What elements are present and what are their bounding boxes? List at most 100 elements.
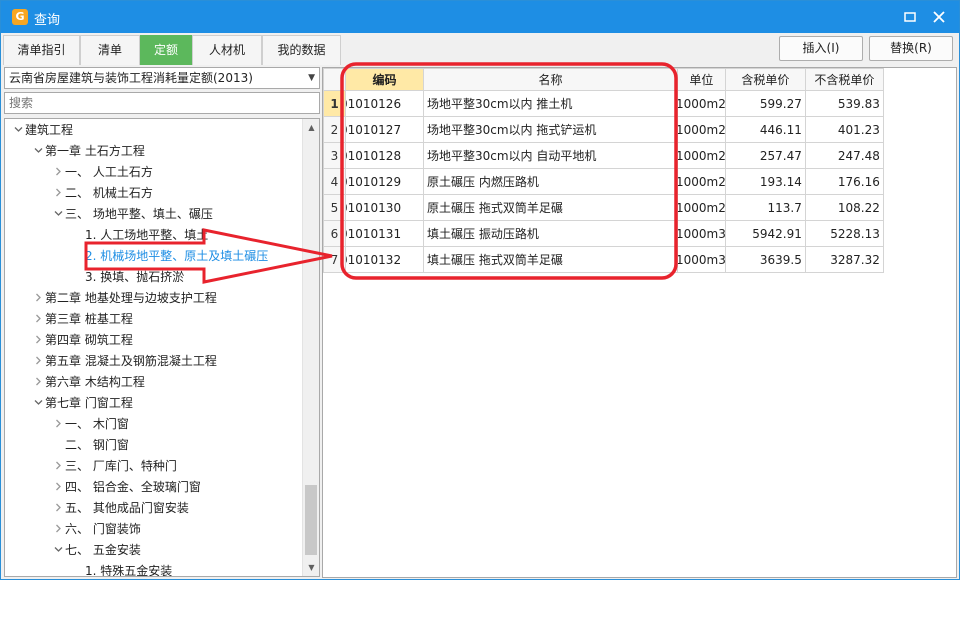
chevron-right-icon[interactable] (51, 185, 65, 205)
column-header-code[interactable]: 编码 (345, 68, 424, 91)
tree-node[interactable]: 三、 场地平整、填土、碾压 (51, 204, 213, 224)
chevron-right-icon[interactable] (51, 479, 65, 499)
column-header-notax-price[interactable]: 不含税单价 (804, 68, 884, 91)
insert-button[interactable]: 插入(I) (779, 36, 863, 61)
unit-cell[interactable]: 1000m3 (677, 220, 726, 247)
chevron-down-icon[interactable] (31, 395, 45, 415)
chevron-down-icon[interactable] (11, 122, 25, 142)
replace-button[interactable]: 替换(R) (869, 36, 953, 61)
code-cell[interactable]: 01010126 (345, 90, 424, 117)
tree-node[interactable]: 第三章 桩基工程 (31, 309, 133, 329)
row-number[interactable]: 1 (323, 90, 346, 117)
tree-scrollbar[interactable]: ▲ ▼ (302, 119, 319, 576)
tree-node[interactable]: 五、 其他成品门窗安装 (51, 498, 189, 518)
row-number[interactable]: 6 (323, 220, 346, 247)
chevron-right-icon[interactable] (51, 416, 65, 436)
scroll-up-icon[interactable]: ▲ (303, 119, 319, 136)
notax-price-cell[interactable]: 5228.13 (804, 220, 884, 247)
code-cell[interactable]: 01010131 (345, 220, 424, 247)
tree-node[interactable]: 第四章 砌筑工程 (31, 330, 133, 350)
unit-cell[interactable]: 1000m2 (677, 194, 726, 221)
tax-price-cell[interactable]: 3639.5 (724, 246, 806, 273)
unit-cell[interactable]: 1000m3 (677, 246, 726, 273)
tree-node[interactable]: 一、 木门窗 (51, 414, 129, 434)
column-header-name[interactable]: 名称 (423, 68, 678, 91)
tab-labor-material-machine[interactable]: 人材机 (192, 35, 262, 65)
name-cell[interactable]: 原土碾压 内燃压路机 (423, 168, 678, 195)
tree-node[interactable]: 第七章 门窗工程 (31, 393, 133, 413)
tax-price-cell[interactable]: 446.11 (724, 116, 806, 143)
tree-node[interactable]: 三、 厂库门、特种门 (51, 456, 177, 476)
notax-price-cell[interactable]: 176.16 (804, 168, 884, 195)
chevron-right-icon[interactable] (51, 500, 65, 520)
table-row[interactable]: 1 01010126 场地平整30cm以内 推土机 1000m2 599.27 539.8… (323, 90, 884, 117)
tree-node[interactable]: 建筑工程 (11, 120, 73, 140)
unit-cell[interactable]: 1000m2 (677, 90, 726, 117)
name-cell[interactable]: 场地平整30cm以内 推土机 (423, 90, 678, 117)
notax-price-cell[interactable]: 539.83 (804, 90, 884, 117)
name-cell[interactable]: 场地平整30cm以内 自动平地机 (423, 142, 678, 169)
notax-price-cell[interactable]: 108.22 (804, 194, 884, 221)
tree-node[interactable]: 第二章 地基处理与边坡支护工程 (31, 288, 217, 308)
maximize-icon[interactable] (900, 7, 920, 27)
chevron-right-icon[interactable] (31, 353, 45, 373)
tree-node[interactable]: 二、 钢门窗 (51, 435, 129, 455)
tab-bill-guide[interactable]: 清单指引 (3, 35, 80, 65)
column-header-unit[interactable]: 单位 (677, 68, 726, 91)
name-cell[interactable]: 场地平整30cm以内 拖式铲运机 (423, 116, 678, 143)
row-number[interactable]: 5 (323, 194, 346, 221)
chevron-down-icon[interactable] (51, 206, 65, 226)
notax-price-cell[interactable]: 401.23 (804, 116, 884, 143)
scroll-down-icon[interactable]: ▼ (303, 559, 319, 576)
chevron-down-icon[interactable] (51, 542, 65, 562)
tree-node[interactable]: 七、 五金安装 (51, 540, 141, 560)
tree-node[interactable]: 3. 换填、抛石挤淤 (71, 267, 184, 287)
tax-price-cell[interactable]: 5942.91 (724, 220, 806, 247)
tax-price-cell[interactable]: 257.47 (724, 142, 806, 169)
tax-price-cell[interactable]: 599.27 (724, 90, 806, 117)
column-header-tax-price[interactable]: 含税单价 (724, 68, 806, 91)
code-cell[interactable]: 01010130 (345, 194, 424, 221)
tab-bill[interactable]: 清单 (80, 35, 140, 65)
tab-my-data[interactable]: 我的数据 (262, 35, 341, 65)
table-row[interactable]: 6 01010131 填土碾压 振动压路机 1000m3 5942.91 5228.13 (323, 220, 884, 247)
scroll-thumb[interactable] (305, 485, 317, 555)
tree-node[interactable]: 六、 门窗装饰 (51, 519, 141, 539)
name-cell[interactable]: 原土碾压 拖式双筒羊足碾 (423, 194, 678, 221)
unit-cell[interactable]: 1000m2 (677, 116, 726, 143)
title-bar[interactable]: G 查询 (1, 1, 959, 33)
notax-price-cell[interactable]: 3287.32 (804, 246, 884, 273)
table-row[interactable]: 2 01010127 场地平整30cm以内 拖式铲运机 1000m2 446.11 401… (323, 116, 884, 143)
chevron-right-icon[interactable] (51, 164, 65, 184)
chevron-right-icon[interactable] (51, 521, 65, 541)
tree-node[interactable]: 第五章 混凝土及钢筋混凝土工程 (31, 351, 217, 371)
code-cell[interactable]: 01010127 (345, 116, 424, 143)
search-input[interactable] (4, 92, 320, 114)
chevron-right-icon[interactable] (31, 290, 45, 310)
tax-price-cell[interactable]: 193.14 (724, 168, 806, 195)
chevron-down-icon[interactable] (31, 143, 45, 163)
tree-node[interactable]: 1. 人工场地平整、填土 (71, 225, 208, 245)
row-number[interactable]: 7 (323, 246, 346, 273)
table-row[interactable]: 5 01010130 原土碾压 拖式双筒羊足碾 1000m2 113.7 108.22 (323, 194, 884, 221)
code-cell[interactable]: 01010129 (345, 168, 424, 195)
row-number[interactable]: 2 (323, 116, 346, 143)
tree-node[interactable]: 第一章 土石方工程 (31, 141, 145, 161)
quota-library-select[interactable]: 云南省房屋建筑与装饰工程消耗量定额(2013) ▼ (4, 67, 320, 89)
tree-node[interactable]: 一、 人工土石方 (51, 162, 153, 182)
unit-cell[interactable]: 1000m2 (677, 168, 726, 195)
tree-node[interactable]: 四、 铝合金、全玻璃门窗 (51, 477, 201, 497)
name-cell[interactable]: 填土碾压 拖式双筒羊足碾 (423, 246, 678, 273)
chevron-right-icon[interactable] (51, 458, 65, 478)
tree-node[interactable]: 2. 机械场地平整、原土及填土碾压 (71, 246, 268, 266)
code-cell[interactable]: 01010132 (345, 246, 424, 273)
tax-price-cell[interactable]: 113.7 (724, 194, 806, 221)
tab-quota[interactable]: 定额 (140, 35, 192, 65)
chevron-right-icon[interactable] (31, 311, 45, 331)
table-row[interactable]: 7 01010132 填土碾压 拖式双筒羊足碾 1000m3 3639.5 3287.32 (323, 246, 884, 273)
table-row[interactable]: 4 01010129 原土碾压 内燃压路机 1000m2 193.14 176.16 (323, 168, 884, 195)
chevron-right-icon[interactable] (31, 374, 45, 394)
chevron-right-icon[interactable] (31, 332, 45, 352)
row-number[interactable]: 3 (323, 142, 346, 169)
code-cell[interactable]: 01010128 (345, 142, 424, 169)
